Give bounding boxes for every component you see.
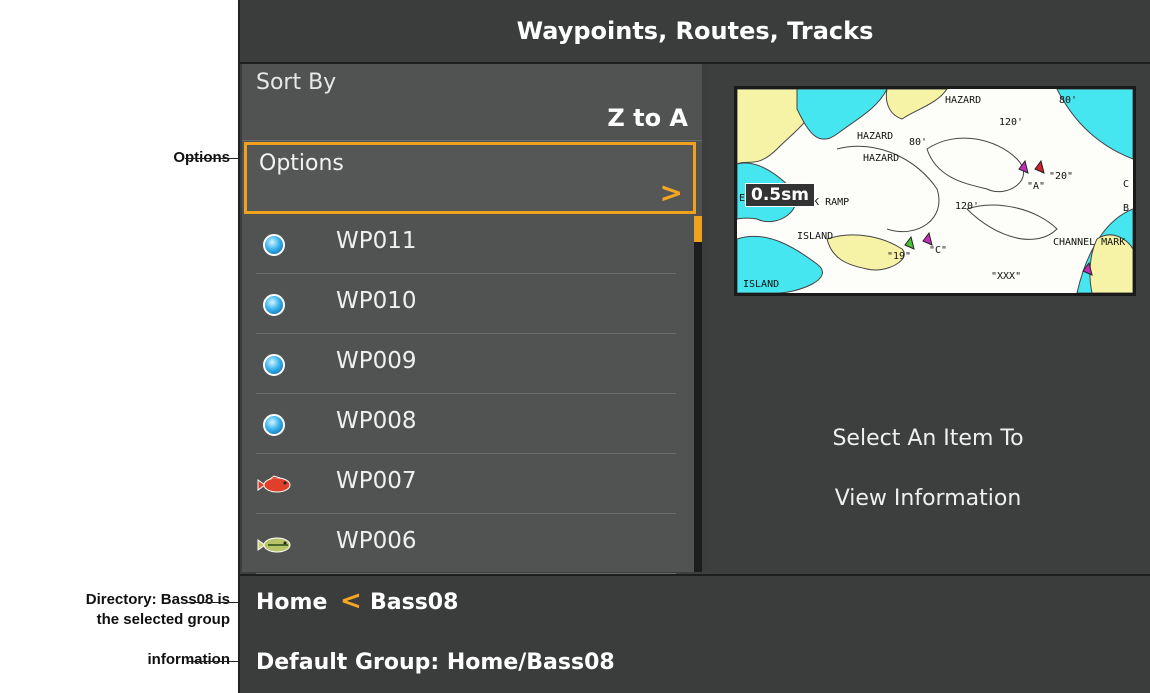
breadcrumb-home[interactable]: Home xyxy=(256,590,327,615)
information-callout: information xyxy=(147,651,231,668)
list-item[interactable]: WP007 xyxy=(256,456,676,514)
list-item[interactable]: WP008 xyxy=(256,396,676,454)
sort-by-row[interactable]: Sort By Z to A xyxy=(242,64,702,141)
info-message-line2: View Information xyxy=(834,486,1022,511)
map-label: 120' xyxy=(955,201,979,212)
waypoint-orb-icon xyxy=(256,412,294,438)
map-label: B xyxy=(1123,203,1129,214)
list-item[interactable]: WP006 xyxy=(256,516,676,574)
info-panel: HAZARD 120' HAZARD 80' HAZARD PARK RAMP … xyxy=(706,64,1150,572)
map-label: 80' xyxy=(1059,95,1077,106)
information-bar: Default Group: Home/Bass08 xyxy=(240,636,1150,693)
bass-fish-icon xyxy=(256,532,294,558)
options-leader-line-long xyxy=(185,158,243,159)
directory-callout: Directory: Bass08 is the selected group xyxy=(86,590,230,630)
list-item-label: WP007 xyxy=(336,468,417,494)
map-label: "19" xyxy=(887,251,911,262)
list-item-label: WP008 xyxy=(336,408,417,434)
map-label: 120' xyxy=(999,117,1023,128)
default-group-text: Default Group: Home/Bass08 xyxy=(256,650,615,675)
sort-by-value: Z to A xyxy=(607,104,688,132)
map-label: ISLAND xyxy=(743,279,779,290)
list-item-label: WP011 xyxy=(336,228,417,254)
map-label: C xyxy=(1123,179,1129,190)
options-label: Options xyxy=(259,151,344,176)
waypoint-orb-icon xyxy=(256,352,294,378)
list-item[interactable]: WP010 xyxy=(256,276,676,334)
map-label: ISLAND xyxy=(797,231,833,242)
map-scale-badge: 0.5sm xyxy=(745,183,815,207)
waypoint-list: WP011 WP010 WP009 WP008 WP007 WP006 xyxy=(242,216,694,574)
list-item-label: WP006 xyxy=(336,528,417,554)
directory-bar: Home < Bass08 xyxy=(240,574,1150,638)
map-label: HAZARD xyxy=(857,131,893,142)
red-fish-icon xyxy=(256,472,294,498)
list-scrollbar[interactable] xyxy=(694,216,702,572)
map-label: "A" xyxy=(1027,181,1045,192)
sort-by-label: Sort By xyxy=(256,70,337,95)
map-label: "XXX" xyxy=(991,271,1021,282)
map-label: HAZARD xyxy=(863,153,899,164)
list-item-label: WP010 xyxy=(336,288,417,314)
chart-map-preview: HAZARD 120' HAZARD 80' HAZARD PARK RAMP … xyxy=(734,86,1136,296)
list-item-label: WP009 xyxy=(336,348,417,374)
waypoint-orb-icon xyxy=(256,232,294,258)
map-label: 80' xyxy=(909,137,927,148)
waypoint-orb-icon xyxy=(256,292,294,318)
map-label: CHANNEL MARK xyxy=(1053,237,1125,248)
map-label: "20" xyxy=(1049,171,1073,182)
map-label: "C" xyxy=(929,245,947,256)
chevron-right-icon: > xyxy=(659,176,683,209)
map-label: HAZARD xyxy=(945,95,981,106)
options-button[interactable]: Options > xyxy=(244,142,696,214)
info-message-line1: Select An Item To xyxy=(832,426,1024,451)
directory-callout-line2: the selected group xyxy=(96,611,230,628)
list-item[interactable]: WP009 xyxy=(256,336,676,394)
list-item[interactable]: WP011 xyxy=(256,216,676,274)
breadcrumb-group[interactable]: Bass08 xyxy=(370,590,458,615)
chevron-left-icon: < xyxy=(340,586,362,616)
waypoint-list-panel: Sort By Z to A Options > WP011 WP010 WP0… xyxy=(242,64,702,574)
device-screen: Waypoints, Routes, Tracks Sort By Z to A… xyxy=(238,0,1150,693)
page-title: Waypoints, Routes, Tracks xyxy=(240,0,1150,64)
directory-callout-line1: Directory: Bass08 is xyxy=(85,591,230,608)
scrollbar-thumb[interactable] xyxy=(694,216,702,242)
